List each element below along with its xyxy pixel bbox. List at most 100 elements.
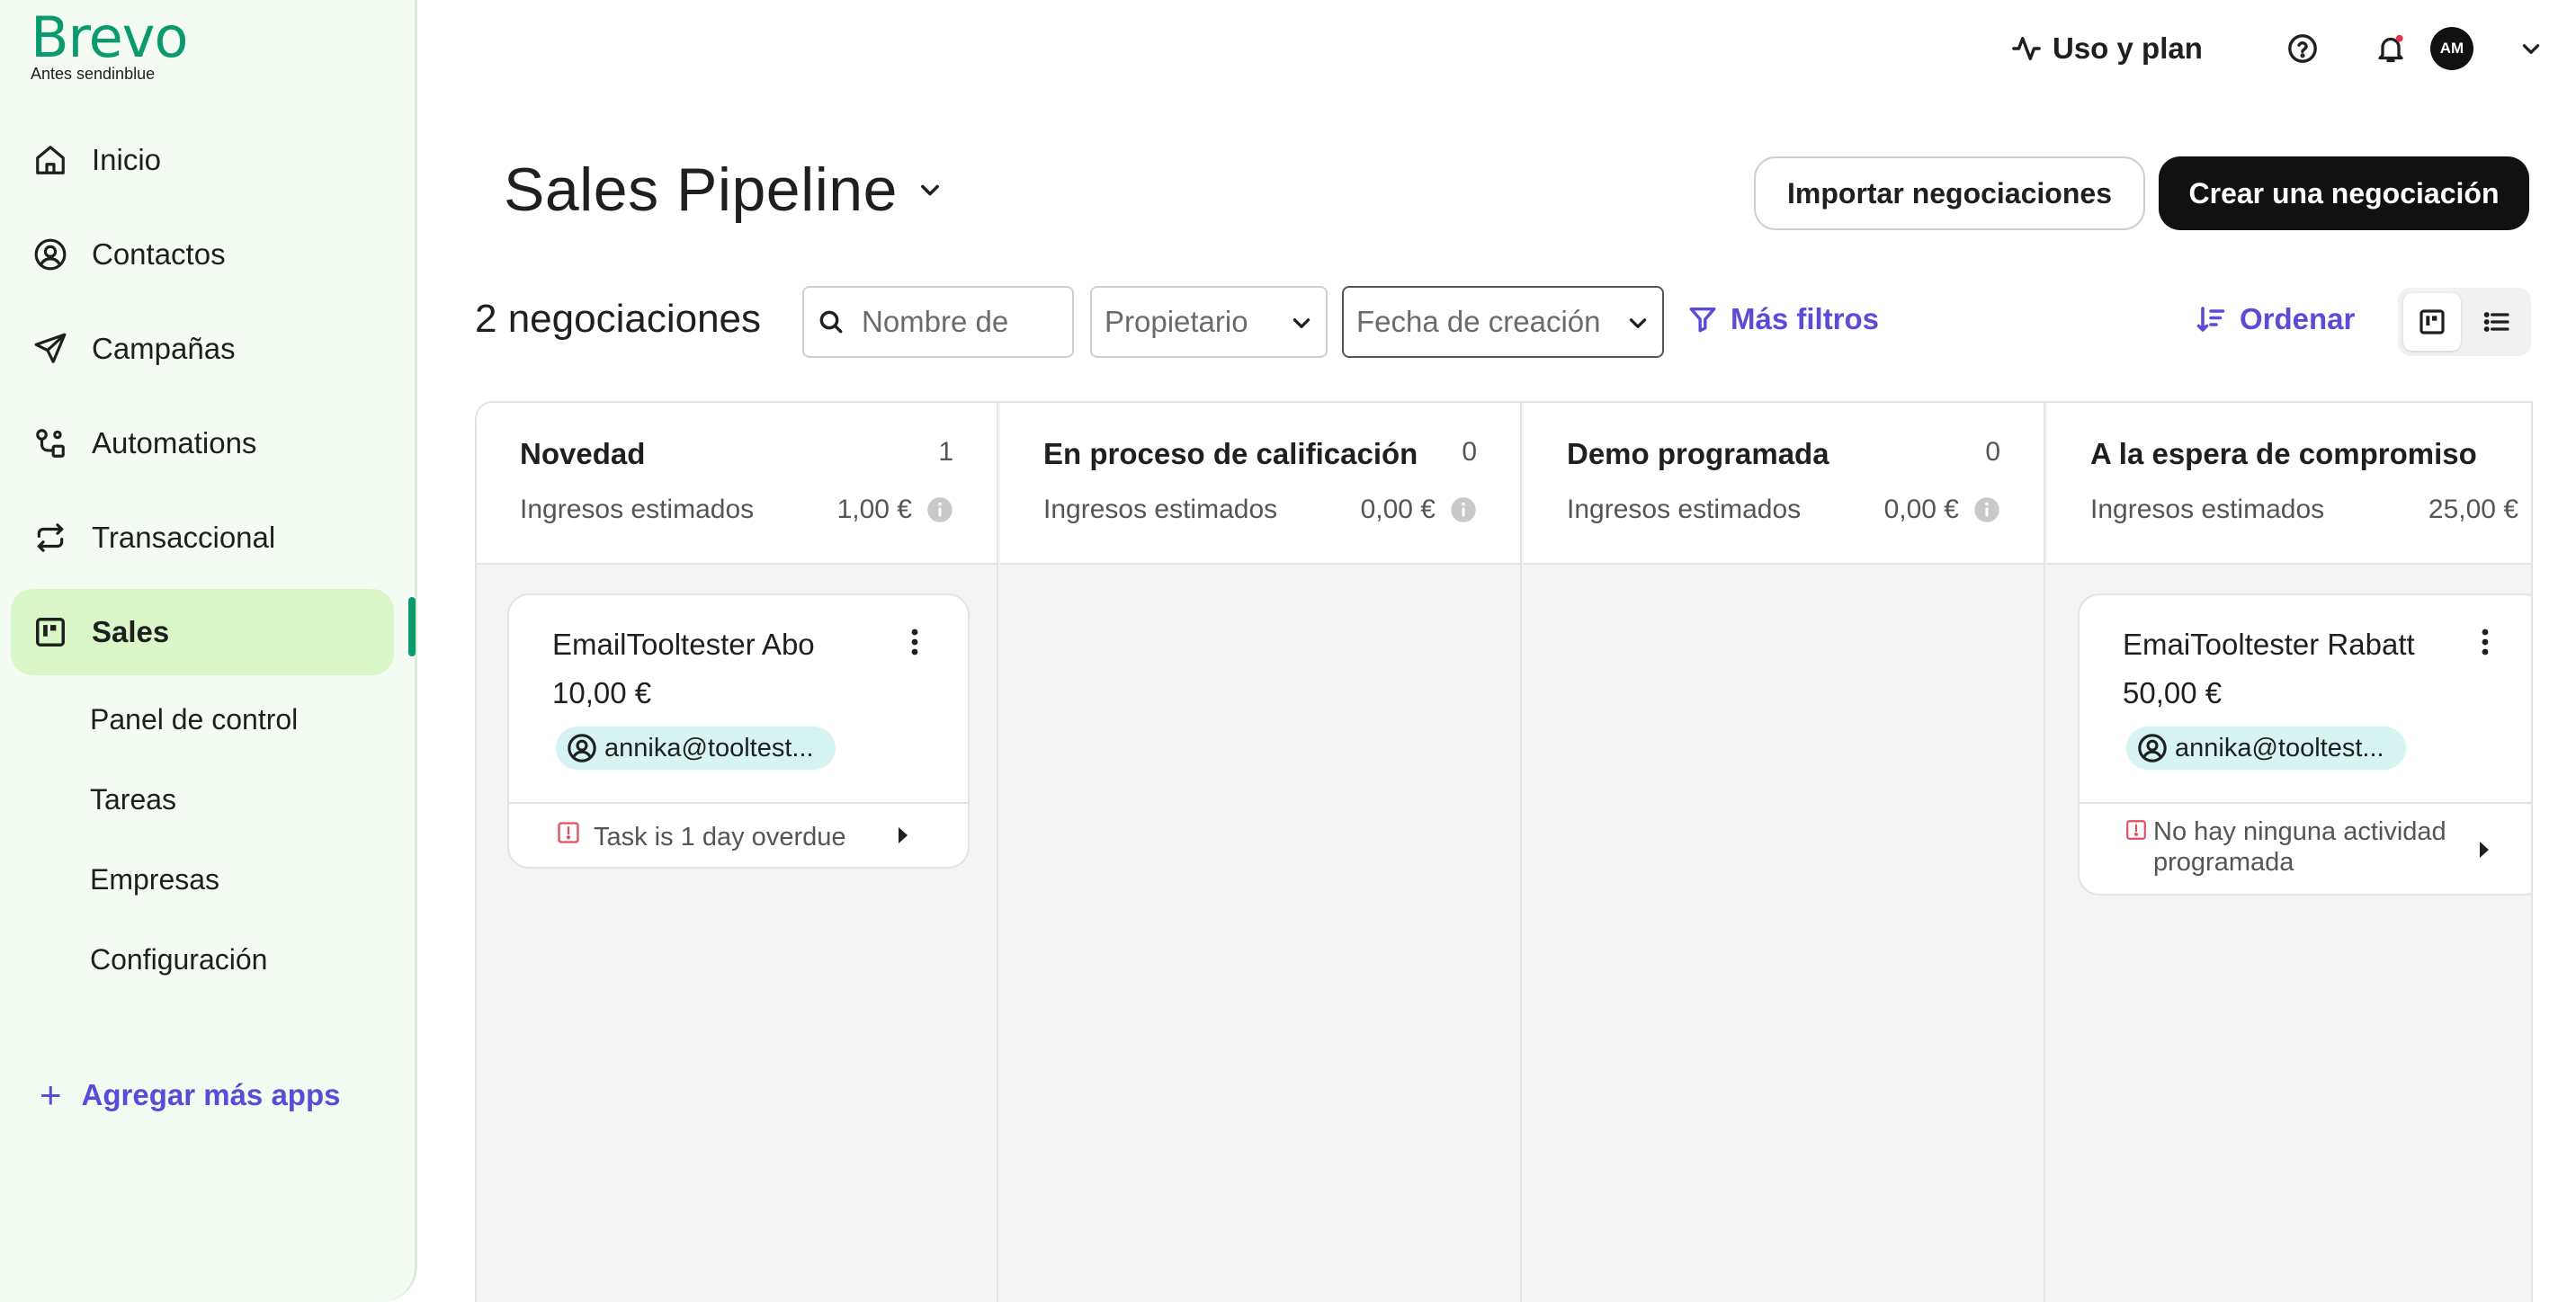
board-icon (32, 614, 68, 650)
creation-date-value: Fecha de creación (1356, 305, 1601, 338)
alert-icon (2126, 820, 2146, 840)
deal-card-footer[interactable]: No hay ninguna actividad programada (2080, 802, 2531, 896)
column-title: Novedad (520, 437, 646, 470)
sidebar-item-label: Transaccional (92, 521, 276, 554)
kanban-view-button[interactable] (2403, 293, 2461, 351)
search-input[interactable]: Nombre de (802, 286, 1074, 358)
activity-status: Task is 1 day overdue (594, 823, 846, 852)
automation-icon (32, 425, 68, 461)
pipeline-column: Novedad 1 Ingresos estimados 1,00 € Emai… (477, 403, 998, 1302)
help-button[interactable] (2285, 31, 2321, 67)
sidebar-item-contactos[interactable]: Contactos (11, 211, 394, 298)
column-count: 1 (938, 437, 953, 467)
sidebar-subitem-configuracion[interactable]: Configuración (90, 943, 267, 976)
search-placeholder: Nombre de (862, 305, 1009, 338)
pipeline-selector[interactable]: Sales Pipeline (504, 155, 943, 225)
notifications-button[interactable] (2371, 29, 2411, 68)
info-icon[interactable] (926, 496, 953, 523)
bell-icon (2378, 34, 2403, 63)
sidebar-item-inicio[interactable]: Inicio (11, 117, 394, 203)
user-circle-icon (568, 734, 596, 762)
deal-count: 2 negociaciones (475, 297, 762, 341)
home-icon (32, 142, 68, 178)
owner-badge[interactable]: annika@tooltest... (556, 727, 836, 770)
sidebar-item-label: Campañas (92, 332, 236, 365)
revenue-value: 25,00 € (2428, 495, 2518, 524)
search-icon (819, 310, 843, 334)
sidebar-subitem-empresas[interactable]: Empresas (90, 863, 219, 896)
sidebar-item-campanas[interactable]: Campañas (11, 306, 394, 392)
pipeline-board: Novedad 1 Ingresos estimados 1,00 € Emai… (475, 401, 2533, 1302)
owner-badge[interactable]: annika@tooltest... (2126, 727, 2406, 770)
revenue-label: Ingresos estimados (2090, 495, 2325, 524)
send-icon (32, 331, 68, 367)
import-deals-button[interactable]: Importar negociaciones (1754, 156, 2145, 230)
usage-plan-label: Uso y plan (2053, 31, 2203, 65)
pipeline-column: Demo programada 0 Ingresos estimados 0,0… (1524, 403, 2045, 1302)
column-header: Demo programada 0 Ingresos estimados 0,0… (1524, 403, 2044, 565)
sort-icon (2196, 307, 2225, 332)
deal-name: EmaiTooltester Rabatt (2123, 628, 2415, 661)
more-filters-button[interactable]: Más filtros (1687, 302, 1879, 336)
transfer-icon (32, 520, 68, 556)
column-title: Demo programada (1567, 437, 1829, 470)
sort-button[interactable]: Ordenar (2195, 302, 2355, 336)
revenue-value: 0,00 € (1360, 495, 1436, 524)
avatar[interactable]: AM (2430, 27, 2473, 70)
activity-icon (2012, 36, 2041, 61)
deal-card[interactable]: EmaiTooltester Rabatt 50,00 € annika@too… (2078, 593, 2531, 896)
help-icon (2288, 34, 2317, 63)
owner-select-value: Propietario (1105, 305, 1248, 338)
sidebar-item-label: Contactos (92, 237, 226, 271)
column-count: 0 (1985, 437, 2000, 467)
add-apps-link[interactable]: + Agregar más apps (40, 1074, 340, 1117)
sidebar-item-label: Automations (92, 426, 257, 459)
page-title: Sales Pipeline (504, 156, 898, 224)
more-filters-label: Más filtros (1731, 302, 1880, 335)
contact-icon (32, 236, 68, 272)
revenue-label: Ingresos estimados (1567, 495, 1802, 524)
brevo-logo[interactable]: Brevo Antes sendinblue (31, 5, 188, 84)
sidebar-item-automations[interactable]: Automations (11, 400, 394, 486)
sidebar-item-transaccional[interactable]: Transaccional (11, 495, 394, 581)
more-vertical-icon[interactable] (910, 628, 919, 656)
sidebar-item-sales[interactable]: Sales (11, 589, 394, 675)
deal-name: EmailTooltester Abo (552, 628, 815, 661)
pipeline-column: En proceso de calificación 0 Ingresos es… (1000, 403, 1522, 1302)
filter-icon (1689, 307, 1716, 333)
list-icon (2483, 312, 2509, 332)
owner-select[interactable]: Propietario (1090, 286, 1328, 358)
column-title: En proceso de calificación (1043, 437, 1418, 470)
sidebar-subitem-panel-de-control[interactable]: Panel de control (90, 703, 298, 736)
info-icon[interactable] (1450, 496, 1477, 523)
alert-icon (558, 822, 579, 843)
create-deal-button[interactable]: Crear una negociación (2159, 156, 2529, 230)
deal-amount: 50,00 € (2123, 676, 2223, 709)
owner-email: annika@tooltest... (2175, 733, 2384, 762)
info-icon[interactable] (1973, 496, 2000, 523)
activity-status-line: programada (2153, 848, 2294, 877)
board-icon (2419, 309, 2445, 334)
column-header: Novedad 1 Ingresos estimados 1,00 € (477, 403, 997, 565)
sidebar-subitem-tareas[interactable]: Tareas (90, 783, 176, 816)
info-icon[interactable] (2531, 496, 2533, 523)
owner-email: annika@tooltest... (604, 733, 814, 762)
pipeline-column: A la espera de compromiso 1 Ingresos est… (2047, 403, 2533, 1302)
column-header: A la espera de compromiso 1 Ingresos est… (2047, 403, 2533, 565)
add-apps-label: Agregar más apps (81, 1078, 341, 1111)
deal-card-footer[interactable]: Task is 1 day overdue (509, 802, 968, 869)
chevron-down-icon (921, 184, 939, 196)
sidebar: Brevo Antes sendinblue Inicio Contactos … (0, 0, 417, 1302)
revenue-label: Ingresos estimados (520, 495, 755, 524)
deal-card[interactable]: EmailTooltester Abo 10,00 € annika@toolt… (507, 593, 970, 869)
usage-plan-button[interactable]: Uso y plan (2011, 29, 2203, 68)
list-view-button[interactable] (2468, 293, 2526, 351)
chevron-down-icon (1292, 318, 1310, 328)
more-vertical-icon[interactable] (2481, 628, 2490, 656)
creation-date-select[interactable]: Fecha de creación (1342, 286, 1664, 358)
active-indicator (408, 597, 416, 656)
deal-amount: 10,00 € (552, 676, 652, 709)
account-menu-toggle[interactable] (2517, 34, 2545, 63)
revenue-value: 1,00 € (836, 495, 912, 524)
column-count: 0 (1462, 437, 1477, 467)
